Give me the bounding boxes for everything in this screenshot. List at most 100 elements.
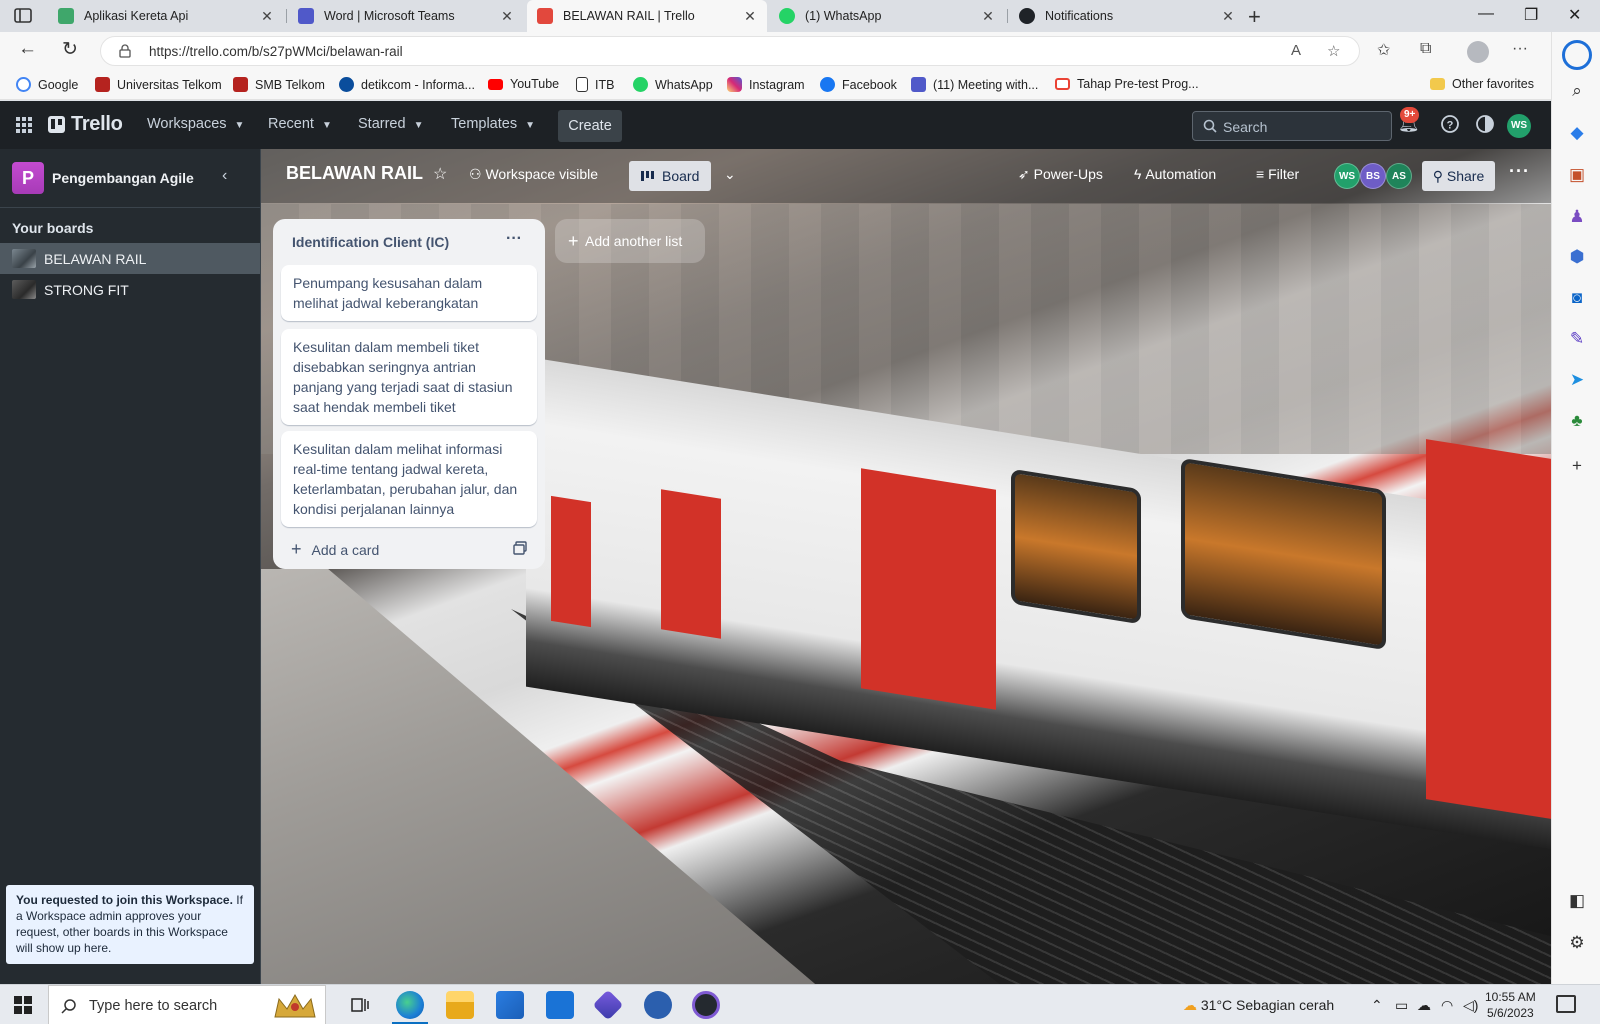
theme-contrast-icon[interactable] (1475, 114, 1495, 134)
workspace-name[interactable]: Pengembangan Agile (52, 170, 194, 186)
favorites-icon[interactable]: ✩ (1377, 40, 1390, 60)
task-view-icon[interactable] (346, 991, 374, 1019)
board-menu-more-icon[interactable]: ··· (1509, 161, 1530, 182)
favorite-link[interactable]: detikcom - Informa... (339, 77, 475, 92)
member-avatar[interactable]: BS (1360, 163, 1386, 189)
list-title[interactable]: Identification Client (IC) (292, 234, 449, 250)
favorite-link[interactable]: ITB (576, 77, 614, 92)
search-icon[interactable]: ⌕ (1566, 80, 1588, 102)
weather-widget[interactable]: ☁ 31°C Sebagian cerah (1183, 997, 1334, 1014)
search-input[interactable]: Search (1192, 111, 1392, 141)
games-icon[interactable]: ♟ (1566, 206, 1588, 228)
board-view-button[interactable]: Board (629, 161, 711, 191)
member-avatar[interactable]: WS (1334, 163, 1360, 189)
tools-briefcase-icon[interactable]: ▣ (1566, 164, 1588, 186)
favorite-link[interactable]: (11) Meeting with... (911, 77, 1038, 92)
show-hidden-icons-chevron-up-icon[interactable]: ⌃ (1371, 997, 1383, 1014)
sidebar-board-strong-fit[interactable]: STRONG FIT (0, 274, 260, 305)
app-icon[interactable] (644, 991, 672, 1019)
other-favorites-folder[interactable]: Other favorites (1430, 77, 1534, 91)
tree-icon[interactable]: ♣ (1566, 410, 1588, 432)
share-button[interactable]: ⚲ Share (1422, 161, 1495, 191)
address-bar[interactable]: https://trello.com/b/s27pWMci/belawan-ra… (100, 36, 1360, 66)
list-actions-more-icon[interactable]: ··· (506, 230, 522, 248)
minimize-button[interactable]: — (1478, 5, 1494, 23)
outlook-icon[interactable]: ◙ (1566, 287, 1588, 309)
wifi-icon[interactable]: ◠ (1441, 997, 1453, 1014)
close-window-button[interactable]: ✕ (1568, 5, 1581, 25)
favorite-link[interactable]: Universitas Telkom (95, 77, 222, 92)
microsoft-store-icon[interactable] (496, 991, 524, 1019)
collections-icon[interactable]: ⧉ (1420, 40, 1431, 58)
github-desktop-icon[interactable] (692, 991, 720, 1019)
help-icon[interactable]: ? (1440, 114, 1460, 134)
tab-close-icon[interactable]: ✕ (500, 8, 514, 25)
refresh-icon[interactable]: ↻ (62, 38, 78, 61)
browser-tab[interactable]: Aplikasi Kereta Api ✕ (48, 0, 284, 32)
url-text[interactable]: https://trello.com/b/s27pWMci/belawan-ra… (149, 44, 403, 59)
tab-close-icon[interactable]: ✕ (1221, 8, 1235, 25)
browser-tab-active[interactable]: BELAWAN RAIL | Trello ✕ (527, 0, 767, 32)
onedrive-icon[interactable]: ☁ (1417, 997, 1431, 1014)
mail-icon[interactable] (546, 991, 574, 1019)
collapse-sidebar-chevron-left-icon[interactable]: ‹ (222, 167, 227, 185)
favorite-link[interactable]: Google (16, 77, 78, 92)
create-button[interactable]: Create (558, 110, 622, 142)
user-avatar[interactable]: WS (1507, 114, 1531, 138)
volume-icon[interactable]: ◁) (1463, 997, 1478, 1014)
tab-close-icon[interactable]: ✕ (260, 8, 274, 25)
nav-starred[interactable]: Starred ▼ (358, 116, 423, 132)
profile-avatar[interactable] (1467, 41, 1489, 63)
trello-logo[interactable]: Trello (48, 113, 123, 136)
card[interactable]: Kesulitan dalam membeli tiket disebabkan… (281, 329, 537, 425)
filter-button[interactable]: ≡ Filter (1256, 166, 1299, 182)
browser-tab[interactable]: (1) WhatsApp ✕ (769, 0, 1005, 32)
member-avatar[interactable]: AS (1386, 163, 1412, 189)
shopping-tag-icon[interactable]: ◆ (1566, 122, 1588, 144)
browser-tab[interactable]: Word | Microsoft Teams ✕ (288, 0, 524, 32)
office-icon[interactable]: ⬢ (1566, 246, 1588, 268)
tab-close-icon[interactable]: ✕ (981, 8, 995, 25)
bing-chat-icon[interactable] (1562, 40, 1592, 70)
taskbar-search-input[interactable]: Type here to search (48, 985, 326, 1024)
add-card-button[interactable]: + Add a card (291, 539, 379, 560)
sidebar-settings-gear-icon[interactable]: ⚙ (1566, 932, 1588, 954)
create-from-template-icon[interactable] (513, 541, 527, 555)
add-favorite-star-icon[interactable]: ☆ (1327, 42, 1340, 60)
hide-sidebar-icon[interactable]: ◧ (1566, 890, 1588, 912)
settings-more-icon[interactable]: ··· (1512, 40, 1528, 58)
card[interactable]: Kesulitan dalam melihat informasi real-t… (281, 431, 537, 527)
action-center-icon[interactable] (1556, 995, 1576, 1013)
designer-icon[interactable]: ✎ (1566, 328, 1588, 350)
browser-tab[interactable]: Notifications ✕ (1009, 0, 1245, 32)
card[interactable]: Penumpang kesusahan dalam melihat jadwal… (281, 265, 537, 321)
board-title[interactable]: BELAWAN RAIL (286, 163, 423, 184)
favorite-link[interactable]: WhatsApp (633, 77, 713, 92)
app-switcher-grid-icon[interactable] (16, 117, 32, 133)
automation-button[interactable]: ϟ Automation (1134, 166, 1216, 182)
meet-now-icon[interactable]: ▭ (1395, 997, 1408, 1014)
nav-workspaces[interactable]: Workspaces ▼ (147, 116, 244, 132)
back-arrow-icon[interactable]: ← (18, 38, 37, 60)
favorite-link[interactable]: Instagram (727, 77, 805, 92)
sidebar-board-belawan-rail[interactable]: BELAWAN RAIL (0, 243, 260, 274)
tab-actions-icon[interactable] (12, 7, 36, 25)
system-clock[interactable]: 10:55 AM 5/6/2023 (1485, 989, 1536, 1021)
power-ups-button[interactable]: ➶ Power-Ups (1018, 166, 1103, 183)
edge-browser-icon[interactable] (392, 991, 428, 1024)
tab-close-icon[interactable]: ✕ (743, 8, 757, 25)
nav-recent[interactable]: Recent ▼ (268, 116, 332, 132)
star-board-icon[interactable]: ☆ (433, 164, 447, 184)
favorite-link[interactable]: YouTube (488, 77, 559, 91)
workspace-logo[interactable]: P (12, 162, 44, 194)
send-icon[interactable]: ➤ (1566, 369, 1588, 391)
add-sidebar-app-icon[interactable]: + (1566, 455, 1588, 477)
read-aloud-icon[interactable]: A (1291, 42, 1301, 59)
visibility-button[interactable]: ⚇ Workspace visible (469, 166, 598, 183)
switch-views-chevron-down-icon[interactable]: ⌄ (724, 166, 736, 183)
restore-button[interactable]: ❐ (1524, 5, 1538, 25)
favorite-link[interactable]: Facebook (820, 77, 897, 92)
windows-start-icon[interactable] (14, 996, 32, 1014)
media-player-icon[interactable] (592, 989, 624, 1021)
nav-templates[interactable]: Templates ▼ (451, 116, 535, 132)
